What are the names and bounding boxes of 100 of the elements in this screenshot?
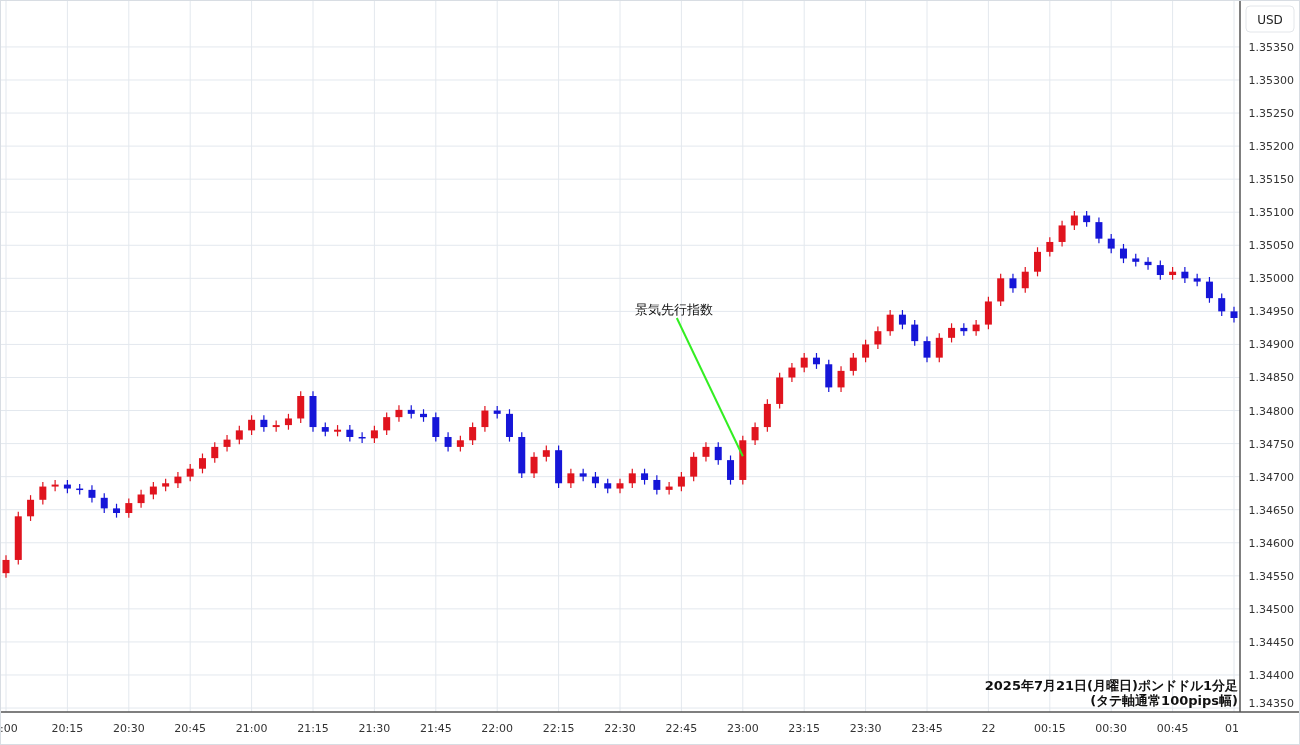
- candlestick: [186, 463, 194, 482]
- time-axis-label: 21:00: [235, 722, 268, 735]
- time-axis-label: 00:45: [1156, 722, 1189, 735]
- time-axis-label: 20:30: [112, 722, 145, 735]
- chart-caption: (タテ軸通常100pips幅): [1090, 693, 1238, 708]
- candlestick: [493, 405, 501, 420]
- candlestick: [2, 554, 10, 579]
- price-axis-label: 1.35200: [1248, 140, 1294, 154]
- candlestick: [1034, 246, 1041, 277]
- price-axis-label: 1.34850: [1248, 371, 1294, 385]
- candlestick: [1169, 266, 1177, 281]
- candlestick: [27, 494, 35, 522]
- candlestick: [297, 390, 305, 424]
- candlestick: [444, 431, 452, 453]
- candlestick: [506, 408, 513, 443]
- time-axis-label: 21:30: [358, 722, 391, 735]
- candlestick: [420, 408, 427, 423]
- candlestick: [1021, 266, 1029, 294]
- candlestick: [555, 444, 563, 489]
- candlestick: [1230, 306, 1238, 324]
- candlestick: [1083, 210, 1091, 228]
- candlestick: [837, 365, 845, 393]
- candlestick: [911, 319, 919, 347]
- candlestick: [727, 454, 734, 486]
- price-axis-label: 1.34550: [1248, 569, 1294, 583]
- time-axis-label: 23:15: [788, 722, 821, 735]
- chart-caption: 2025年7月21日(月曜日)ポンドドル1分足: [984, 678, 1238, 693]
- price-axis-label: 1.34750: [1248, 437, 1294, 451]
- candlestick: [199, 452, 206, 474]
- candlestick: [788, 362, 796, 383]
- candlestick: [39, 481, 47, 506]
- candlestick: [653, 474, 661, 496]
- time-axis-label: 21:45: [419, 722, 452, 735]
- candlestick: [334, 424, 342, 437]
- price-axis-label: 1.35150: [1248, 173, 1294, 187]
- time-axis-label: 20:15: [51, 722, 84, 735]
- candlestick: [395, 404, 403, 423]
- candlestick: [849, 352, 857, 377]
- candlestick: [1058, 220, 1066, 248]
- candlestick: [530, 451, 538, 479]
- time-axis-label: 23:30: [849, 722, 882, 735]
- candlestick: [948, 322, 956, 344]
- candlestick: [76, 483, 84, 496]
- candlestick: [616, 478, 624, 494]
- time-axis-label: 00:30: [1095, 722, 1128, 735]
- candlestick: [628, 468, 636, 489]
- price-axis-label: 1.35000: [1248, 272, 1294, 286]
- candlestick: [88, 484, 96, 504]
- annotation-label: 景気先行指数: [634, 302, 713, 317]
- time-axis-label: 22:15: [542, 722, 575, 735]
- candlestick: [665, 481, 673, 496]
- candlestick: [690, 451, 698, 482]
- time-axis-label: 22:30: [604, 722, 636, 735]
- candlestick: [260, 414, 268, 433]
- candlestick: [1009, 273, 1017, 294]
- candlestick: [14, 511, 22, 566]
- candlestick: [763, 398, 771, 433]
- price-axis-label: 1.34350: [1248, 697, 1294, 710]
- candlestick: [1218, 292, 1226, 317]
- candlestick: [776, 372, 784, 410]
- candlestick: [1070, 210, 1078, 231]
- candlestick: [935, 332, 943, 363]
- candlestick: [800, 352, 808, 373]
- candlestick: [960, 322, 968, 337]
- candlestick: [383, 411, 391, 436]
- candlestick: [1156, 259, 1164, 281]
- candlestick: [714, 441, 722, 466]
- currency-label[interactable]: USD: [1245, 5, 1295, 33]
- candlestick: [481, 405, 489, 433]
- candlestick: [358, 431, 366, 444]
- candlestick: [235, 425, 243, 445]
- candlestick: [874, 325, 882, 350]
- candlestick: [149, 481, 157, 500]
- candlestick: [223, 434, 231, 453]
- candlestick: [677, 471, 685, 492]
- time-axis-label: 22:00: [481, 722, 514, 735]
- candlestick: [1046, 236, 1054, 258]
- candlestick: [211, 441, 219, 464]
- price-axis-label: 1.34400: [1248, 669, 1294, 682]
- price-axis-label: 1.35300: [1248, 74, 1294, 87]
- candlestick: [63, 479, 71, 494]
- time-axis-label: 23:45: [911, 722, 943, 735]
- price-axis-label: 1.35250: [1248, 107, 1294, 121]
- candlestick: [51, 479, 59, 492]
- price-axis-label: 1.35050: [1248, 239, 1294, 253]
- time-axis-label: 23:00: [726, 722, 759, 735]
- price-axis-label: 1.34500: [1248, 602, 1294, 616]
- candlestick: [751, 421, 759, 446]
- time-axis-label: 22:45: [665, 722, 698, 735]
- candlestick: [641, 468, 649, 486]
- candlestick: [469, 421, 477, 446]
- candlestick: [1193, 273, 1201, 287]
- candlestick: [284, 413, 292, 431]
- candlestick: [321, 421, 329, 437]
- candlestick: [248, 414, 256, 436]
- candlestick: [739, 435, 747, 486]
- candlestick: [432, 411, 440, 443]
- candlestick: [518, 431, 526, 479]
- candlestick: [702, 441, 710, 463]
- candlestick: [407, 404, 415, 420]
